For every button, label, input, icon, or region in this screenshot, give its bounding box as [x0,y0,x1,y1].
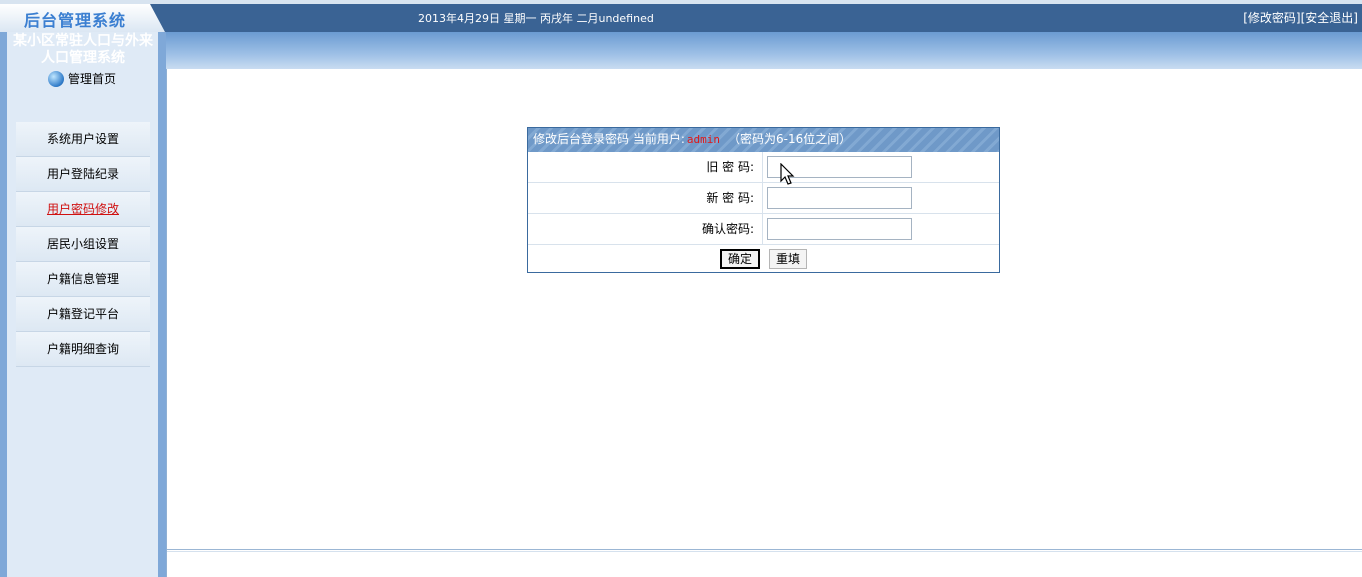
sidebar-item-resident-groups[interactable]: 居民小组设置 [16,227,150,262]
confirm-password-label: 确认密码: [701,222,754,236]
sidebar-item-household-registration[interactable]: 户籍登记平台 [16,297,150,332]
sidebar-item-household-query[interactable]: 户籍明细查询 [16,332,150,367]
change-password-link[interactable]: [修改密码] [1243,11,1300,25]
sidebar-menu: 系统用户设置 用户登陆纪录 用户密码修改 居民小组设置 户籍信息管理 户籍登记平… [16,122,150,367]
system-title-line2: 人口管理系统 [41,50,125,66]
system-title-line1: 某小区常驻人口与外来 [13,33,153,49]
mouse-cursor-icon [780,163,795,185]
confirm-password-row: 确认密码: [528,214,999,245]
confirm-password-input[interactable] [767,218,912,240]
cell-divider [762,152,763,182]
new-password-input[interactable] [767,187,912,209]
date-display: 2013年4月29日 星期一 丙戌年 二月undefined [418,12,654,25]
submit-button[interactable]: 确定 [720,249,761,269]
change-password-panel: 修改后台登录密码 当前用户: admin （密码为6-16位之间） 旧 密 码: 新… [527,127,1000,273]
panel-header: 修改后台登录密码 当前用户: admin （密码为6-16位之间） [528,128,999,152]
cell-divider [762,214,763,244]
password-hint: （密码为6-16位之间） [727,132,852,146]
new-password-label: 新 密 码: [706,191,754,205]
sidebar-item-login-records[interactable]: 用户登陆纪录 [16,157,150,192]
logout-link[interactable]: [安全退出] [1301,11,1358,25]
old-password-label: 旧 密 码: [706,160,754,174]
current-user: admin [686,133,720,146]
sidebar-item-system-users[interactable]: 系统用户设置 [16,122,150,157]
home-label: 管理首页 [68,72,117,86]
sidebar-item-change-password[interactable]: 用户密码修改 [16,192,150,227]
new-password-row: 新 密 码: [528,183,999,214]
button-row: 确定 重填 [528,245,999,272]
sidebar-item-household-management[interactable]: 户籍信息管理 [16,262,150,297]
reset-button[interactable]: 重填 [769,249,808,269]
cell-divider [762,183,763,213]
logo-text: 后台管理系统 [24,11,127,30]
logo: 后台管理系统 [0,4,165,32]
old-password-row: 旧 密 码: [528,152,999,183]
panel-title: 修改后台登录密码 当前用户: [533,132,685,146]
system-title: 某小区常驻人口与外来 人口管理系统 [0,33,166,67]
top-bar: 后台管理系统 2013年4月29日 星期一 丙戌年 二月undefined [修… [0,0,1362,32]
header-band [0,32,1362,69]
top-links: [修改密码][安全退出] [1243,9,1358,26]
home-link[interactable]: 管理首页 [48,70,116,88]
top-strip [0,0,1362,4]
bottom-divider [167,549,1362,552]
globe-icon [48,70,64,87]
sidebar: 某小区常驻人口与外来 人口管理系统 管理首页 系统用户设置 用户登陆纪录 用户密… [0,32,166,577]
